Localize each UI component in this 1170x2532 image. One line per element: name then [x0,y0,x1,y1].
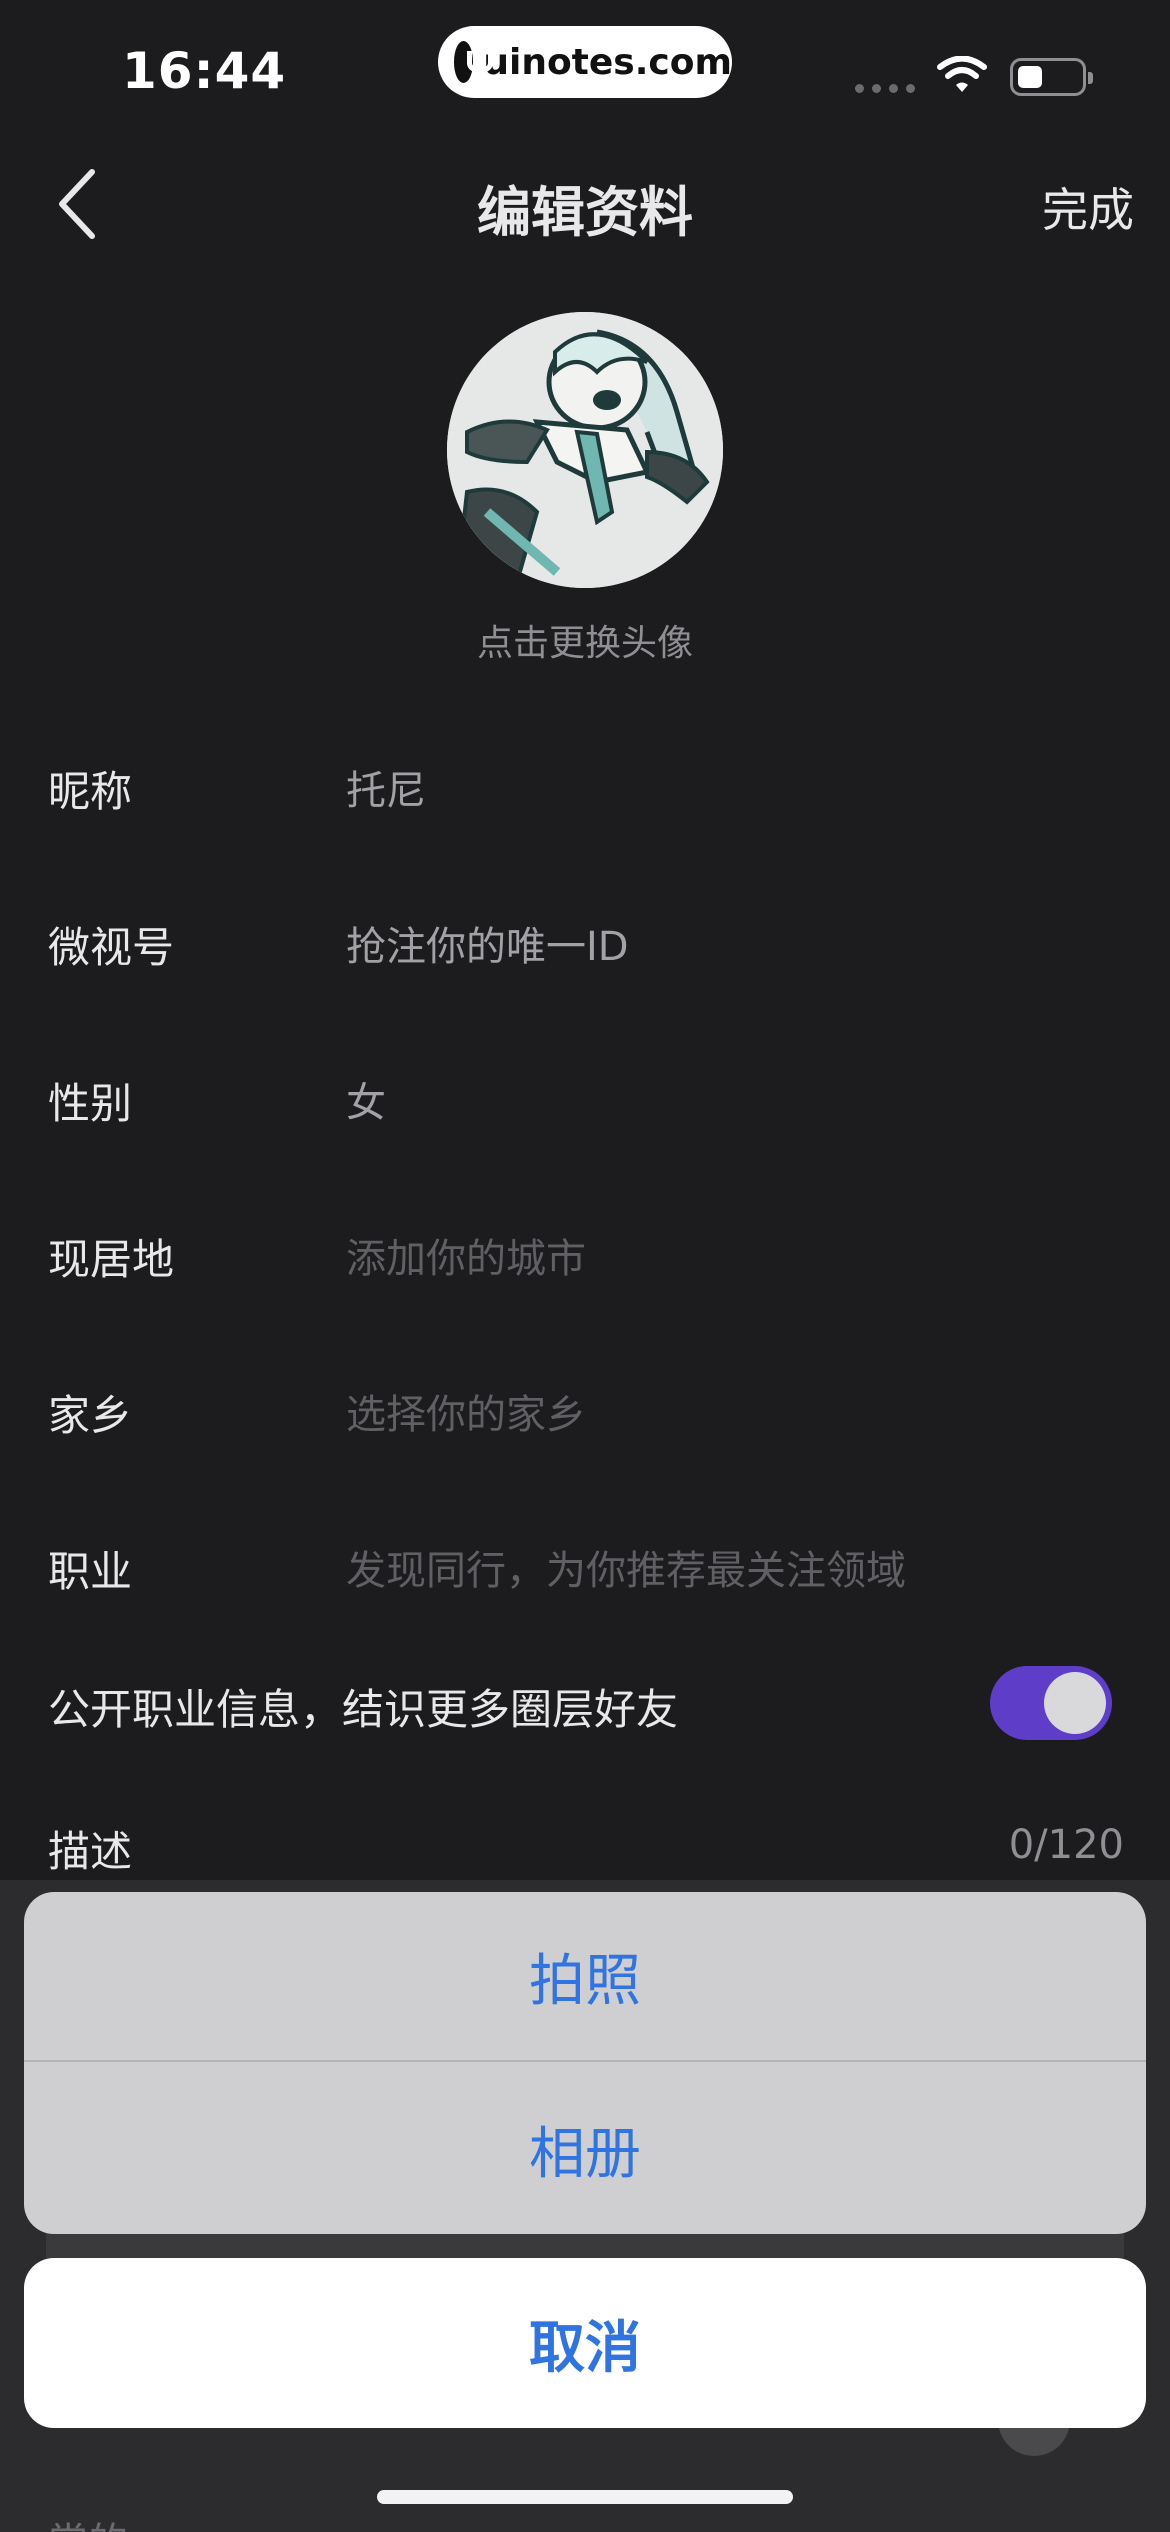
location-row[interactable]: 现居地 添加你的城市 [0,1208,1170,1298]
action-sheet: 拍照 相册 [24,1892,1146,2234]
status-time: 16:44 [122,42,287,100]
occupation-row[interactable]: 职业 发现同行，为你推荐最关注领域 [0,1520,1170,1610]
hometown-placeholder[interactable]: 选择你的家乡 [346,1382,586,1440]
row-label: 性别 [48,1079,133,1128]
row-label: 现居地 [48,1235,175,1284]
location-placeholder[interactable]: 添加你的城市 [346,1226,586,1284]
hometown-row[interactable]: 家乡 选择你的家乡 [0,1364,1170,1454]
home-indicator [377,2490,793,2504]
badge-text: uinotes.com [483,41,732,83]
cellular-signal-icon [855,84,915,93]
row-label: 家乡 [48,1391,133,1440]
toggle-knob [1044,1672,1106,1734]
wifi-icon [937,56,987,92]
row-label: 昵称 [48,767,133,816]
cancel-button[interactable]: 取消 [24,2258,1146,2428]
row-label: 微视号 [48,923,175,972]
gender-value[interactable]: 女 [346,1070,386,1128]
uinotes-logo-icon [454,41,494,83]
public-occupation-toggle[interactable] [990,1666,1112,1740]
nav-bar: 编辑资料 完成 [0,140,1170,260]
row-label: 职业 [48,1547,133,1596]
description-counter: 0/120 [1008,1822,1124,1868]
description-label: 描述 [48,1827,133,1876]
take-photo-button[interactable]: 拍照 [24,1892,1146,2062]
album-button[interactable]: 相册 [24,2064,1146,2234]
weishi-id-row[interactable]: 微视号 抢注你的唯一ID [0,896,1170,986]
nickname-value[interactable]: 托尼 [346,758,426,816]
avatar-change-hint[interactable]: 点击更换头像 [0,614,1170,666]
avatar[interactable] [447,312,723,588]
weishi-id-value[interactable]: 抢注你的唯一ID [346,914,629,972]
battery-icon [1010,58,1093,96]
status-bar: 16:44 uinotes.com [0,0,1170,130]
screen: 16:44 uinotes.com 编辑资料 完成 点击更换头像 昵称 托尼 微… [0,0,1170,2532]
dimmed-row-label: 常的 [48,2510,128,2532]
avatar-illustration [447,312,723,588]
nickname-row[interactable]: 昵称 托尼 [0,740,1170,830]
uinotes-badge: uinotes.com [438,26,732,98]
public-occupation-label: 公开职业信息，结识更多圈层好友 [48,1685,679,1734]
page-title: 编辑资料 [477,181,693,244]
done-button[interactable]: 完成 [1042,174,1134,240]
occupation-placeholder[interactable]: 发现同行，为你推荐最关注领域 [346,1538,906,1596]
gender-row[interactable]: 性别 女 [0,1052,1170,1142]
